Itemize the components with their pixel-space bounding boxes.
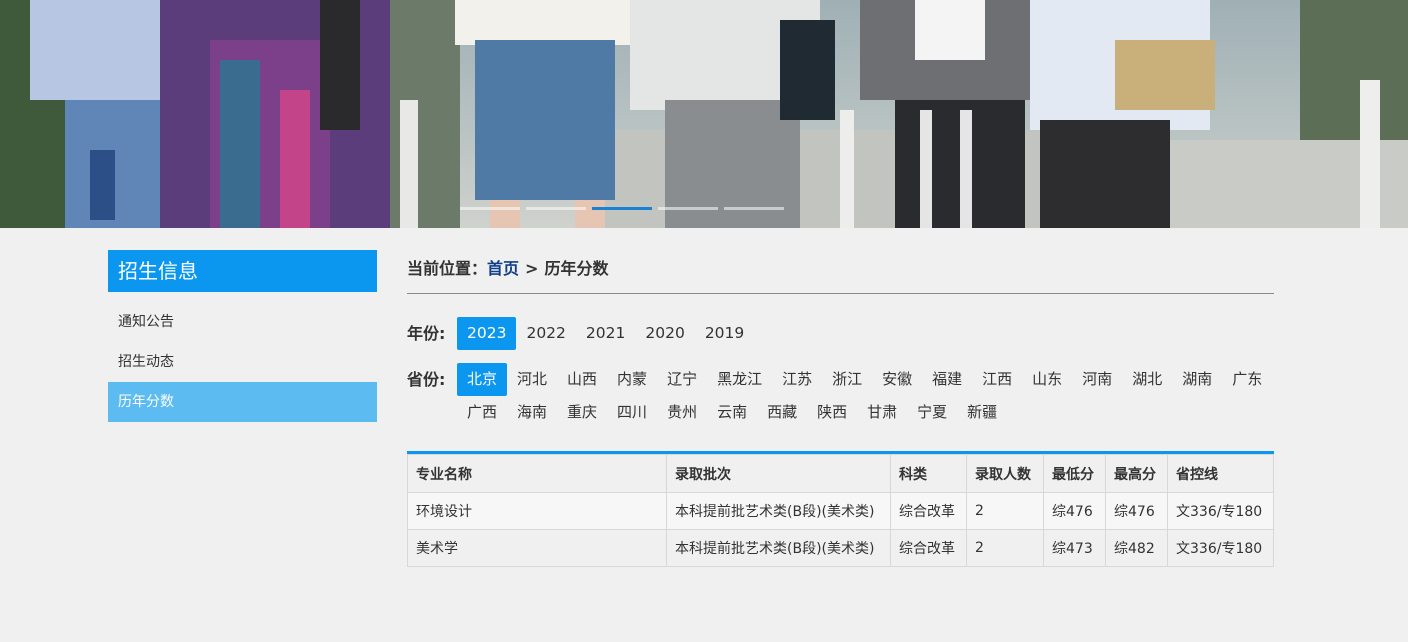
sidebar: 招生信息 通知公告 招生动态 历年分数 <box>108 250 377 422</box>
province-filter: 省份: 北京 河北 山西 内蒙 辽宁 黑龙江 江苏 浙江 安徽 福建 江西 山东 河南 湖北 湖南 广东广西海… <box>407 363 1274 429</box>
province-option[interactable]: 黑龙江 <box>707 363 772 396</box>
province-option[interactable]: 北京 <box>457 363 508 396</box>
province-option[interactable]: 海南 <box>507 396 557 429</box>
carousel-dot[interactable] <box>724 207 784 210</box>
province-filter-label: 省份: <box>407 370 446 389</box>
province-option[interactable]: 江西 <box>972 363 1022 396</box>
hero-banner <box>0 0 1408 228</box>
province-option[interactable]: 湖北 <box>1122 363 1172 396</box>
year-option[interactable]: 2023 <box>457 317 517 350</box>
scores-table: 专业名称 录取批次 科类 录取人数 最低分 最高分 省控线 环境设计 本科提前批艺… <box>407 454 1274 567</box>
content-area: 招生信息 通知公告 招生动态 历年分数 当前位置：首页 > 历年分数 年份: 202… <box>0 228 1408 642</box>
cell-control-line: 文336/专180 <box>1167 492 1274 530</box>
col-max-score: 最高分 <box>1105 454 1168 493</box>
cell-admitted-count: 2 <box>966 529 1044 567</box>
province-option[interactable]: 西藏 <box>757 396 807 429</box>
province-option[interactable]: 重庆 <box>557 396 607 429</box>
cell-subject-type: 综合改革 <box>890 529 967 567</box>
province-option[interactable]: 湖南 <box>1172 363 1222 396</box>
province-option[interactable]: 山东 <box>1022 363 1072 396</box>
province-option[interactable]: 辽宁 <box>657 363 707 396</box>
province-option[interactable]: 内蒙 <box>607 363 657 396</box>
province-option[interactable]: 新疆 <box>957 396 1007 429</box>
province-option[interactable]: 陕西 <box>807 396 857 429</box>
breadcrumb-prefix: 当前位置： <box>407 259 488 278</box>
cell-subject-type: 综合改革 <box>890 492 967 530</box>
sidebar-title: 招生信息 <box>108 250 377 292</box>
cell-max-score: 综476 <box>1105 492 1168 530</box>
year-filter-label: 年份: <box>407 324 446 343</box>
table-row: 环境设计 本科提前批艺术类(B段)(美术类) 综合改革 2 综476 综476 文336/专… <box>407 492 1274 530</box>
breadcrumb: 当前位置：首页 > 历年分数 <box>407 250 1274 294</box>
province-option[interactable]: 安徽 <box>872 363 922 396</box>
province-option[interactable]: 宁夏 <box>907 396 957 429</box>
province-option[interactable]: 广西 <box>457 396 507 429</box>
carousel-indicators <box>460 207 784 210</box>
sidebar-item-past-scores[interactable]: 历年分数 <box>108 382 377 422</box>
sidebar-list: 通知公告 招生动态 历年分数 <box>108 302 377 422</box>
cell-major: 美术学 <box>407 529 667 567</box>
cell-major: 环境设计 <box>407 492 667 530</box>
banner-photo <box>0 0 1408 228</box>
col-control-line: 省控线 <box>1167 454 1274 493</box>
carousel-dot[interactable] <box>526 207 586 210</box>
cell-batch: 本科提前批艺术类(B段)(美术类) <box>666 529 891 567</box>
breadcrumb-current: 历年分数 <box>544 259 609 278</box>
breadcrumb-separator: > <box>525 259 539 278</box>
table-row: 美术学 本科提前批艺术类(B段)(美术类) 综合改革 2 综473 综482 文336/专1… <box>407 529 1274 567</box>
year-option[interactable]: 2020 <box>635 317 694 350</box>
col-batch: 录取批次 <box>666 454 891 493</box>
province-option[interactable]: 四川 <box>607 396 657 429</box>
year-options: 2023 2022 2021 2020 2019 <box>457 317 1274 350</box>
province-option[interactable]: 浙江 <box>822 363 872 396</box>
col-subject-type: 科类 <box>890 454 967 493</box>
main-content: 当前位置：首页 > 历年分数 年份: 2023 2022 2021 2020 2019 省份… <box>407 250 1274 567</box>
col-major: 专业名称 <box>407 454 667 493</box>
carousel-dot[interactable] <box>460 207 520 210</box>
table-body: 环境设计 本科提前批艺术类(B段)(美术类) 综合改革 2 综476 综476 文336/专… <box>407 492 1274 567</box>
province-option[interactable]: 河南 <box>1072 363 1122 396</box>
scores-table-wrapper: 专业名称 录取批次 科类 录取人数 最低分 最高分 省控线 环境设计 本科提前批艺… <box>407 451 1274 567</box>
cell-max-score: 综482 <box>1105 529 1168 567</box>
year-option[interactable]: 2019 <box>695 317 754 350</box>
cell-admitted-count: 2 <box>966 492 1044 530</box>
cell-batch: 本科提前批艺术类(B段)(美术类) <box>666 492 891 530</box>
table-header-row: 专业名称 录取批次 科类 录取人数 最低分 最高分 省控线 <box>407 454 1274 493</box>
carousel-dot[interactable] <box>658 207 718 210</box>
province-options: 北京 河北 山西 内蒙 辽宁 黑龙江 江苏 浙江 安徽 福建 江西 山东 河南 湖北 湖南 广东广西 海南 重庆四… <box>457 363 1274 429</box>
sidebar-item-news[interactable]: 招生动态 <box>108 342 377 382</box>
year-option[interactable]: 2022 <box>516 317 575 350</box>
sidebar-item-notices[interactable]: 通知公告 <box>108 302 377 342</box>
carousel-dot-active[interactable] <box>592 207 652 210</box>
province-option[interactable]: 河北 <box>507 363 557 396</box>
province-option[interactable]: 福建 <box>922 363 972 396</box>
cell-min-score: 综476 <box>1043 492 1106 530</box>
province-option[interactable]: 广东 <box>1222 363 1272 396</box>
year-option[interactable]: 2021 <box>576 317 635 350</box>
province-option[interactable]: 云南 <box>707 396 757 429</box>
cell-control-line: 文336/专180 <box>1167 529 1274 567</box>
province-option[interactable]: 江苏 <box>772 363 822 396</box>
year-filter: 年份: 2023 2022 2021 2020 2019 <box>407 317 1274 350</box>
province-option[interactable]: 山西 <box>557 363 607 396</box>
breadcrumb-home-link[interactable]: 首页 <box>487 259 519 278</box>
col-min-score: 最低分 <box>1043 454 1106 493</box>
cell-min-score: 综473 <box>1043 529 1106 567</box>
province-option[interactable]: 甘肃 <box>857 396 907 429</box>
province-option[interactable]: 贵州 <box>657 396 707 429</box>
col-admitted-count: 录取人数 <box>966 454 1044 493</box>
